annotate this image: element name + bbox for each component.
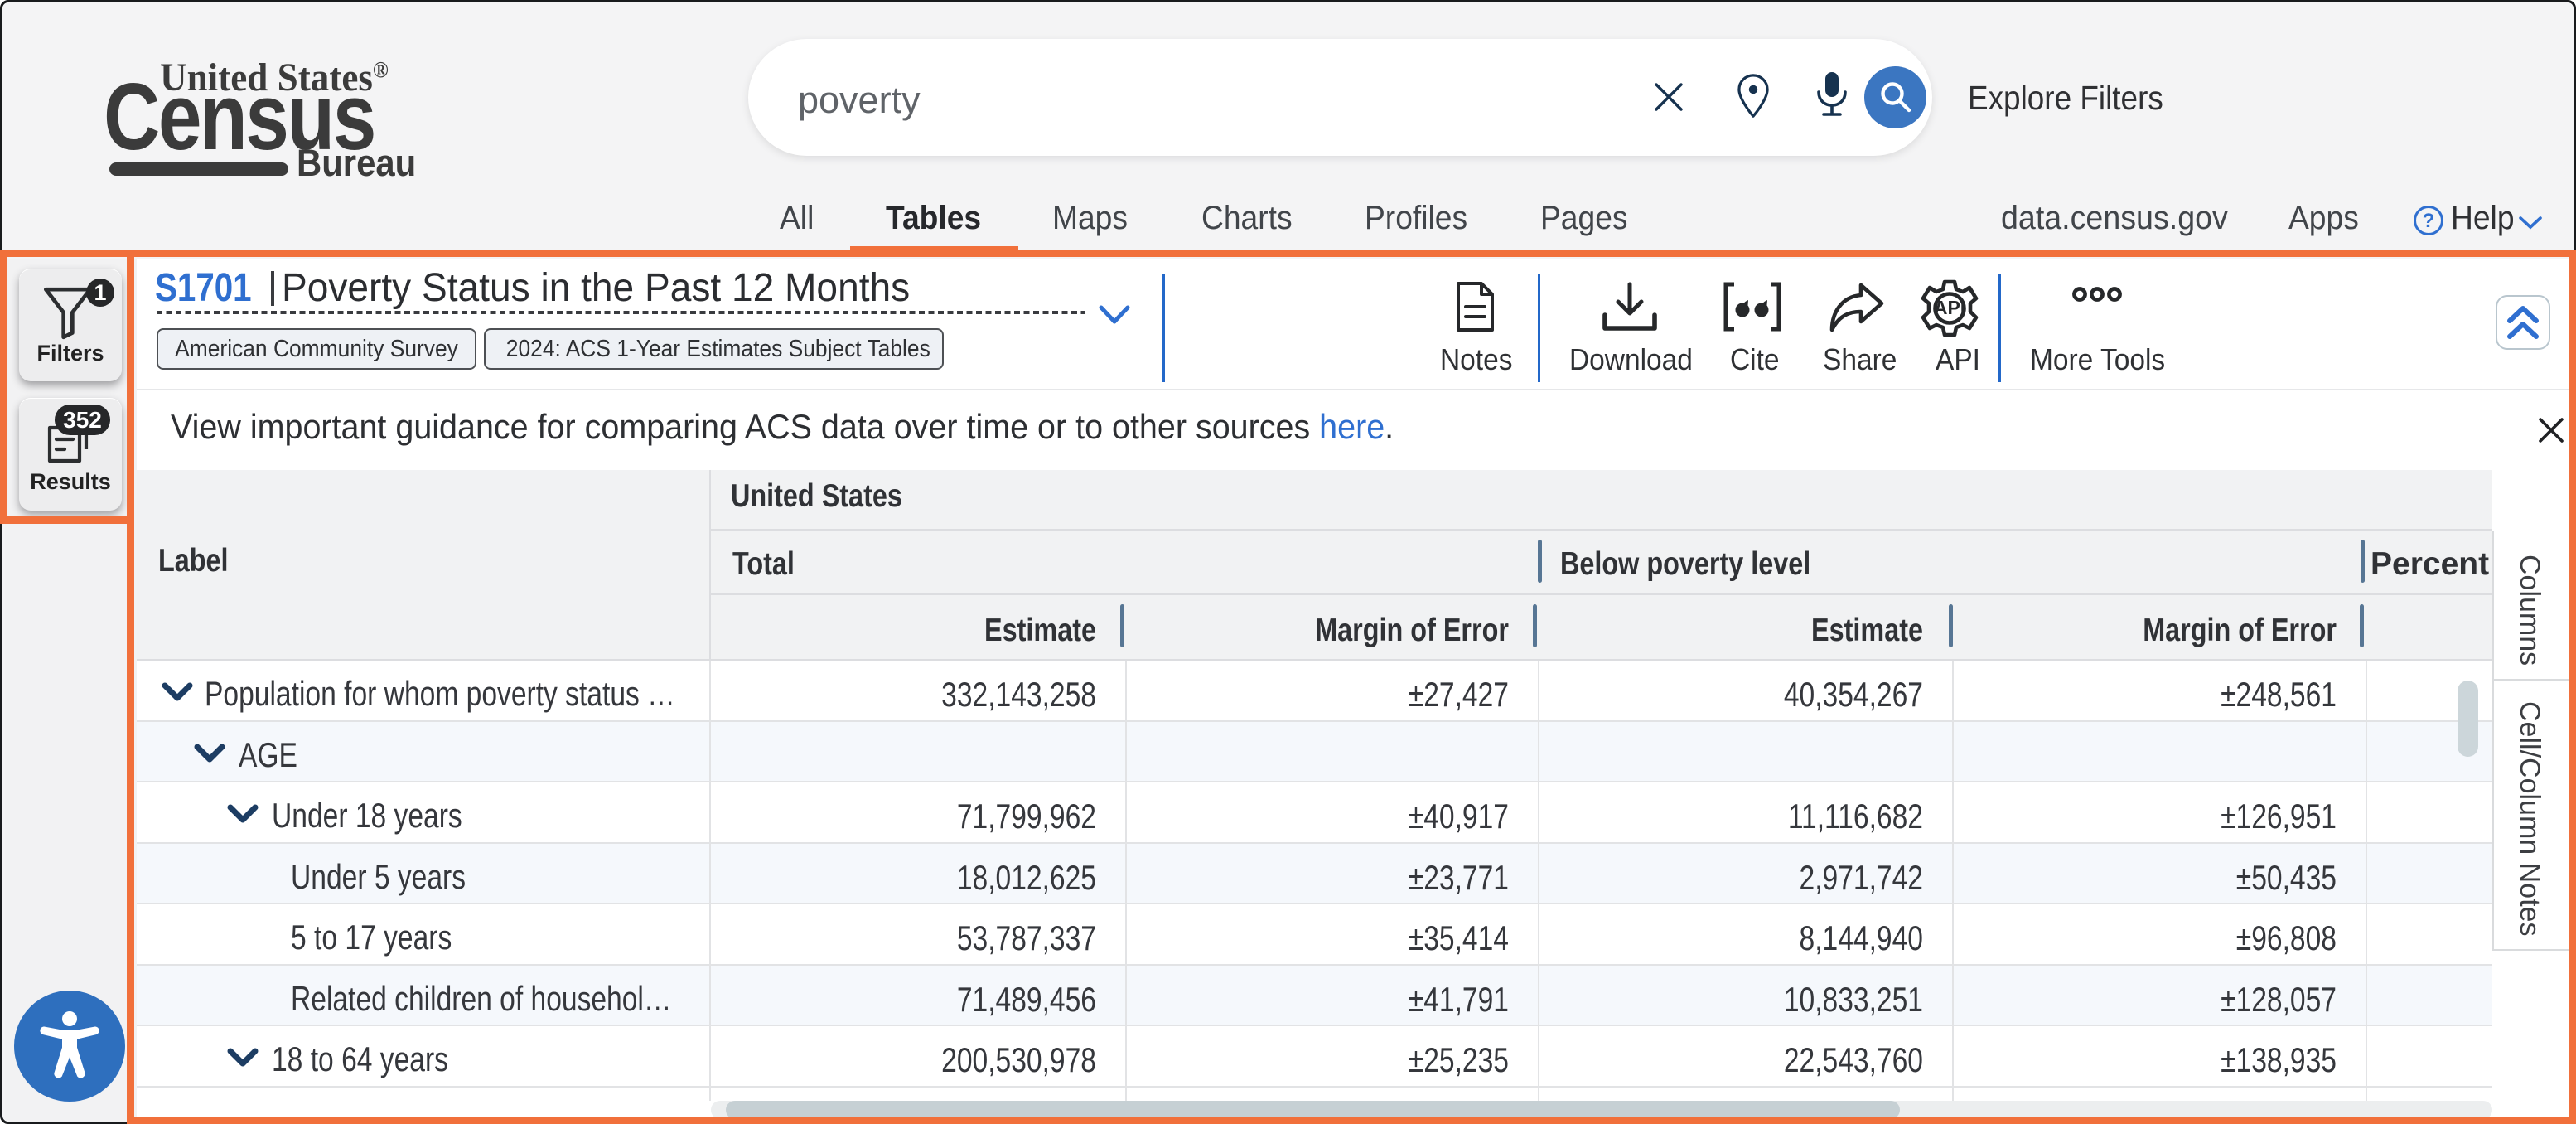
svg-text:?: ? (2423, 210, 2435, 232)
